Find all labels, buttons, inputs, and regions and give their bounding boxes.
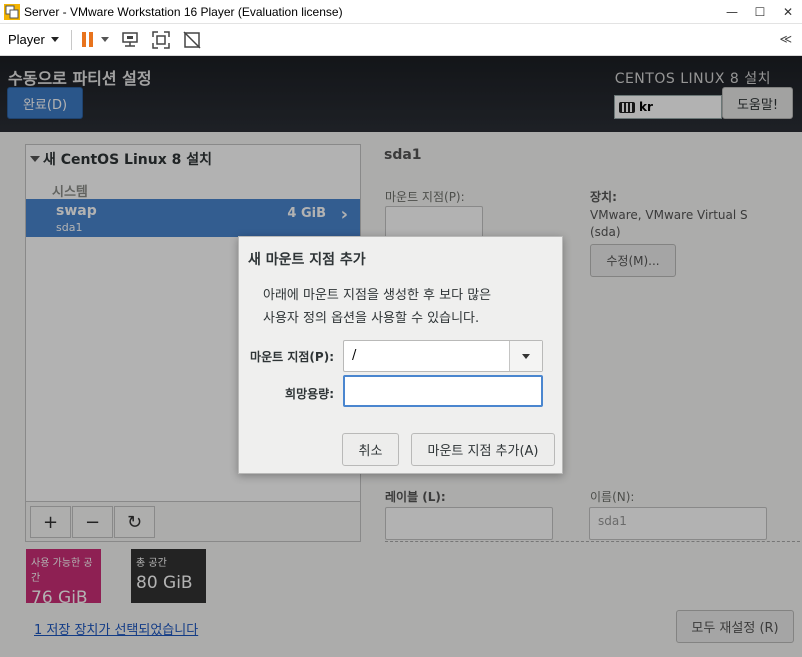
vmware-toolbar: Player ≪ (0, 24, 802, 56)
pause-icon (81, 32, 86, 47)
close-button[interactable]: ✕ (774, 0, 802, 24)
desired-capacity-label: 희망용량: (285, 387, 334, 401)
add-mount-point-button[interactable]: 마운트 지점 추가(A) (411, 433, 555, 466)
add-mount-point-dialog: 새 마운트 지점 추가 아래에 마운트 지점을 생성한 후 보다 많은 사용자 … (238, 236, 563, 474)
unity-button[interactable] (181, 29, 203, 51)
pause-icon (88, 32, 93, 47)
guest-screen: 수동으로 파티션 설정 완료(D) CENTOS LINUX 8 설치 kr 도… (0, 56, 802, 657)
minimize-button[interactable]: — (718, 0, 746, 24)
chevron-down-icon (522, 353, 530, 359)
mount-point-label: 마운트 지점(P): (250, 350, 334, 364)
collapse-toolbar-icon[interactable]: ≪ (779, 32, 792, 46)
player-menu[interactable]: Player (8, 32, 59, 47)
window-controls: — ☐ ✕ (718, 0, 802, 24)
mount-point-combobox[interactable]: / (343, 340, 543, 372)
player-menu-label: Player (8, 32, 45, 47)
send-ctrl-alt-del-button[interactable] (119, 29, 141, 51)
dialog-message: 아래에 마운트 지점을 생성한 후 보다 많은 사용자 정의 옵션을 사용할 수… (263, 284, 553, 330)
window-title: Server - VMware Workstation 16 Player (E… (24, 4, 343, 19)
mount-point-value: / (352, 348, 357, 363)
unity-disabled-icon (183, 30, 201, 49)
maximize-button[interactable]: ☐ (746, 0, 774, 24)
fullscreen-icon (152, 30, 170, 49)
dialog-title: 새 마운트 지점 추가 (248, 252, 366, 268)
toolbar-divider (70, 29, 72, 50)
dialog-message-line1: 아래에 마운트 지점을 생성한 후 보다 많은 (263, 288, 492, 303)
desired-capacity-input[interactable] (343, 375, 543, 407)
pause-button[interactable] (81, 32, 93, 47)
power-dropdown-icon[interactable] (100, 37, 109, 42)
network-computer-icon (122, 31, 138, 47)
window-titlebar: Server - VMware Workstation 16 Player (E… (0, 0, 802, 24)
mount-point-dropdown-button[interactable] (509, 341, 542, 371)
vmware-logo-icon (4, 3, 20, 20)
cancel-button[interactable]: 취소 (342, 433, 399, 466)
chevron-down-icon (50, 37, 59, 42)
fullscreen-button[interactable] (150, 29, 172, 51)
dialog-message-line2: 사용자 정의 옵션을 사용할 수 있습니다. (263, 311, 480, 326)
